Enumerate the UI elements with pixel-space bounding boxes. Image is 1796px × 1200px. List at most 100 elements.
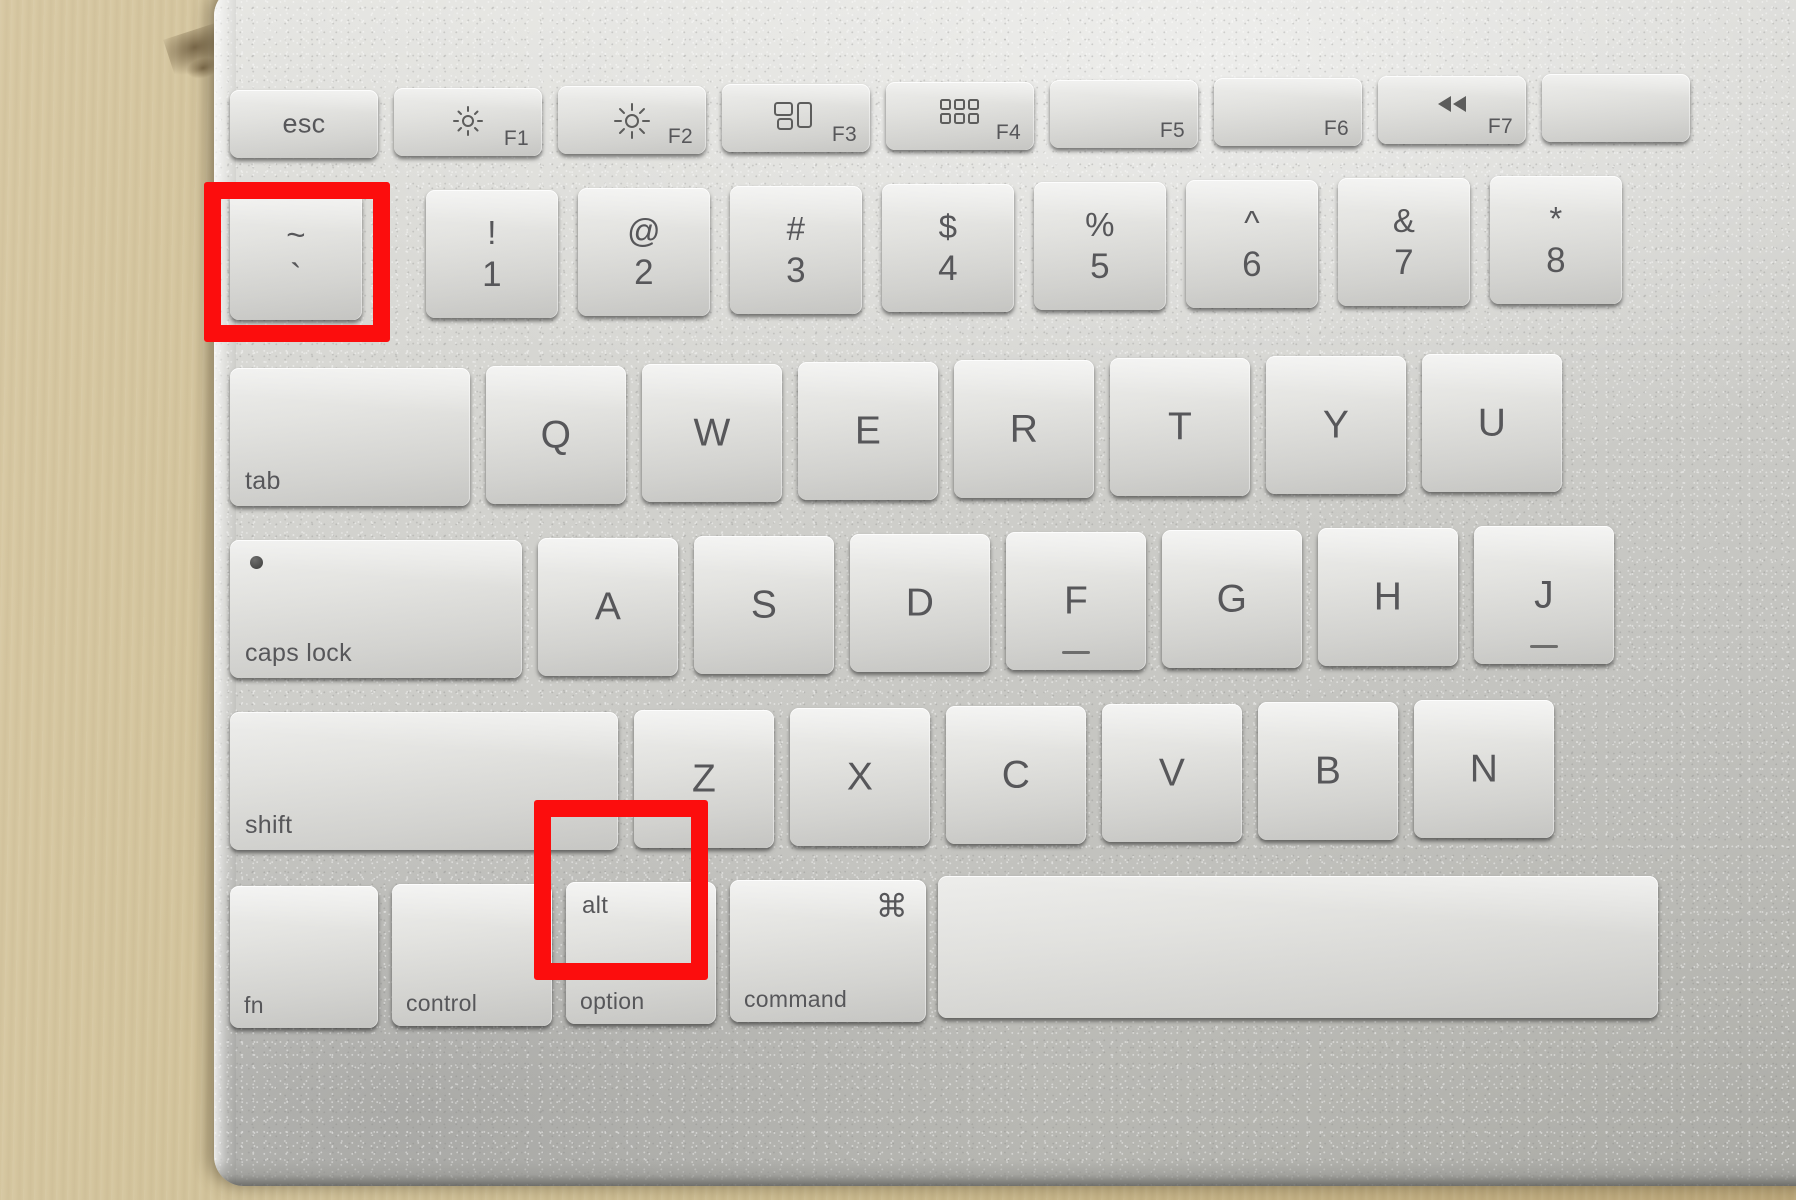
key-5[interactable]: % 5 (1034, 182, 1166, 310)
key-q[interactable]: Q (486, 366, 626, 504)
key-f6[interactable]: F6 (1214, 78, 1362, 146)
key-1[interactable]: ! 1 (426, 190, 558, 318)
brightness-down-icon (453, 106, 483, 136)
key-option[interactable]: alt option (566, 882, 716, 1024)
key-4[interactable]: $ 4 (882, 184, 1014, 312)
key-2-lower: 2 (634, 252, 654, 292)
key-tilde-upper: ~ (286, 215, 306, 253)
key-f3[interactable]: F3 (722, 84, 870, 152)
key-r-label: R (1009, 407, 1039, 451)
key-6[interactable]: ^ 6 (1186, 180, 1318, 308)
key-j[interactable]: J (1474, 526, 1614, 664)
key-h-label: H (1373, 575, 1403, 619)
key-g[interactable]: G (1162, 530, 1302, 668)
key-s[interactable]: S (694, 536, 834, 674)
key-3[interactable]: # 3 (730, 186, 862, 314)
key-5-upper: % (1085, 205, 1115, 243)
key-8-lower: 8 (1546, 240, 1566, 280)
key-t-label: T (1167, 405, 1193, 449)
key-v[interactable]: V (1102, 704, 1242, 842)
key-h[interactable]: H (1318, 528, 1458, 666)
key-space[interactable] (938, 876, 1658, 1018)
key-1-lower: 1 (482, 254, 502, 294)
key-caps-lock[interactable]: caps lock (230, 540, 522, 678)
key-d[interactable]: D (850, 534, 990, 672)
key-f5[interactable]: F5 (1050, 80, 1198, 148)
key-u-label: U (1477, 401, 1507, 445)
key-a-label: A (594, 585, 622, 629)
key-g-label: G (1216, 577, 1248, 621)
mission-control-icon (774, 102, 812, 130)
apple-keyboard-chassis: esc F1 F2 F3 F4 F5 F6 F7 ~ ` ! 1 @ 2 # 3… (214, 0, 1796, 1186)
key-d-label: D (905, 581, 935, 625)
keyboard-photo: esc F1 F2 F3 F4 F5 F6 F7 ~ ` ! 1 @ 2 # 3… (0, 0, 1796, 1200)
key-f8-partial[interactable] (1542, 74, 1690, 142)
key-tilde-lower: ` (290, 256, 302, 296)
key-7-upper: & (1392, 201, 1416, 239)
key-5-lower: 5 (1090, 246, 1110, 286)
key-tab[interactable]: tab (230, 368, 470, 506)
key-y-label: Y (1322, 403, 1350, 447)
key-w[interactable]: W (642, 364, 782, 502)
key-2-upper: @ (627, 211, 661, 249)
key-z-label: Z (691, 757, 717, 801)
key-n[interactable]: N (1414, 700, 1554, 838)
key-e-label: E (854, 409, 882, 453)
brightness-up-icon (614, 103, 650, 139)
key-f5-label: F5 (1159, 119, 1185, 142)
rewind-icon (1438, 96, 1466, 112)
key-fn-label: fn (244, 992, 264, 1018)
key-q-label: Q (540, 413, 572, 457)
key-f4-label: F4 (995, 121, 1021, 144)
key-shift[interactable]: shift (230, 712, 618, 850)
chassis-bottom-bevel (214, 1160, 1796, 1186)
command-glyph-icon: ⌘ (875, 888, 908, 924)
key-a[interactable]: A (538, 538, 678, 676)
key-4-upper: $ (938, 207, 958, 245)
key-6-upper: ^ (1244, 203, 1260, 241)
key-f1[interactable]: F1 (394, 88, 542, 156)
key-7[interactable]: & 7 (1338, 178, 1470, 306)
key-t[interactable]: T (1110, 358, 1250, 496)
key-2[interactable]: @ 2 (578, 188, 710, 316)
key-8-partial[interactable]: * 8 (1490, 176, 1622, 304)
key-w-label: W (693, 411, 731, 455)
key-e[interactable]: E (798, 362, 938, 500)
key-y[interactable]: Y (1266, 356, 1406, 494)
home-row-marker-icon (1530, 645, 1558, 648)
key-caps-lock-label: caps lock (245, 639, 352, 667)
launchpad-icon (940, 99, 979, 124)
key-option-alt-label: alt (582, 892, 609, 919)
key-8-upper: * (1549, 199, 1563, 237)
key-v-label: V (1158, 751, 1186, 795)
key-f4[interactable]: F4 (886, 82, 1034, 150)
key-shift-label: shift (245, 811, 293, 839)
key-u[interactable]: U (1422, 354, 1562, 492)
key-b[interactable]: B (1258, 702, 1398, 840)
key-f7[interactable]: F7 (1378, 76, 1526, 144)
key-c[interactable]: C (946, 706, 1086, 844)
caps-lock-led-icon (250, 556, 263, 569)
key-tilde[interactable]: ~ ` (230, 192, 362, 320)
key-b-label: B (1314, 749, 1342, 793)
key-control[interactable]: control (392, 884, 552, 1026)
key-1-upper: ! (487, 213, 497, 251)
key-f2-label: F2 (667, 125, 693, 148)
key-command[interactable]: ⌘ command (730, 880, 926, 1022)
key-command-label: command (744, 986, 848, 1012)
key-c-label: C (1001, 753, 1031, 797)
key-x[interactable]: X (790, 708, 930, 846)
key-fn[interactable]: fn (230, 886, 378, 1028)
key-f7-label: F7 (1487, 115, 1513, 138)
key-r[interactable]: R (954, 360, 1094, 498)
key-f1-label: F1 (503, 127, 529, 150)
key-f[interactable]: F (1006, 532, 1146, 670)
key-x-label: X (846, 755, 874, 799)
key-j-label: J (1534, 573, 1554, 617)
key-3-upper: # (786, 209, 806, 247)
key-tab-label: tab (245, 467, 281, 495)
key-f3-label: F3 (831, 123, 857, 146)
key-z[interactable]: Z (634, 710, 774, 848)
key-esc[interactable]: esc (230, 90, 378, 158)
key-f2[interactable]: F2 (558, 86, 706, 154)
